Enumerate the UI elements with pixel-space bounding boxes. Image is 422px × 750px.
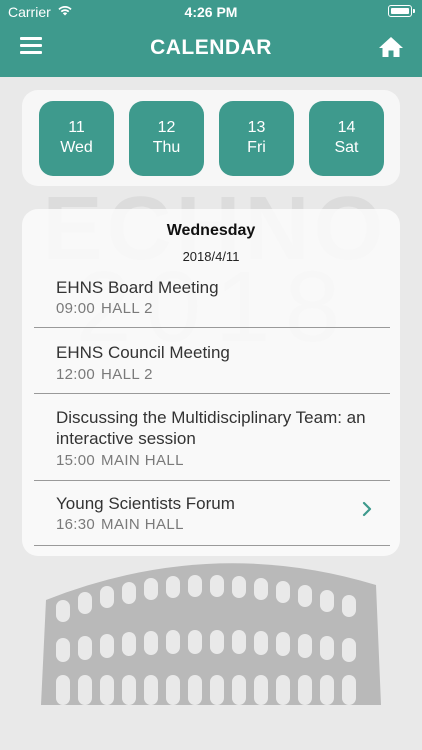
event-time: 12:00	[56, 366, 96, 383]
event-hall: MAIN HALL	[101, 452, 184, 469]
event-meta: 09:00 HALL 2	[56, 300, 153, 317]
event-row[interactable]: Young Scientists Forum 16:30 MAIN HALL	[34, 481, 390, 546]
event-title: EHNS Council Meeting	[56, 343, 230, 362]
status-time: 4:26 PM	[184, 4, 238, 20]
home-icon	[379, 37, 403, 57]
event-title: Discussing the Multidisciplinary Team: a…	[56, 408, 366, 448]
schedule-weekday: Wednesday	[166, 222, 256, 239]
day-weekday: Sat	[334, 139, 359, 156]
day-number: 12	[157, 119, 176, 136]
status-bar: Carrier 4:26 PM	[0, 0, 422, 24]
event-hall: HALL 2	[101, 366, 153, 383]
day-selector: 11 Wed 12 Thu 13 Fri 14 Sat	[22, 90, 400, 186]
day-button-12[interactable]: 12 Thu	[129, 101, 204, 176]
day-number: 14	[337, 119, 356, 136]
navigation-bar: Carrier 4:26 PM CALENDAR	[0, 0, 422, 77]
event-row[interactable]: Discussing the Multidisciplinary Team: a…	[34, 394, 390, 481]
event-meta: 12:00 HALL 2	[56, 366, 153, 383]
event-title: Young Scientists Forum	[56, 494, 235, 513]
event-row[interactable]: EHNS Board Meeting 09:00 HALL 2	[34, 267, 390, 328]
page-title: CALENDAR	[150, 36, 272, 59]
day-button-13[interactable]: 13 Fri	[219, 101, 294, 176]
colosseum-illustration	[41, 563, 381, 705]
event-time: 15:00	[56, 452, 96, 469]
day-number: 13	[247, 119, 266, 136]
event-title: EHNS Board Meeting	[56, 278, 219, 297]
event-meta: 15:00 MAIN HALL	[56, 452, 184, 469]
chevron-right-icon	[362, 501, 372, 517]
event-hall: HALL 2	[101, 300, 153, 317]
day-button-11[interactable]: 11 Wed	[39, 101, 114, 176]
event-time: 16:30	[56, 516, 96, 533]
day-weekday: Thu	[152, 139, 181, 156]
schedule-date: 2018/4/11	[182, 249, 240, 264]
day-weekday: Fri	[247, 139, 266, 156]
event-row[interactable]: EHNS Council Meeting 12:00 HALL 2	[34, 328, 390, 394]
schedule-card: Wednesday 2018/4/11 EHNS Board Meeting 0…	[22, 209, 400, 556]
event-meta: 16:30 MAIN HALL	[56, 516, 184, 533]
day-number: 11	[68, 119, 85, 136]
home-button[interactable]	[378, 35, 404, 59]
event-hall: MAIN HALL	[101, 516, 184, 533]
day-button-14[interactable]: 14 Sat	[309, 101, 384, 176]
battery-icon	[388, 5, 415, 17]
day-weekday: Wed	[60, 139, 93, 156]
event-time: 09:00	[56, 300, 96, 317]
